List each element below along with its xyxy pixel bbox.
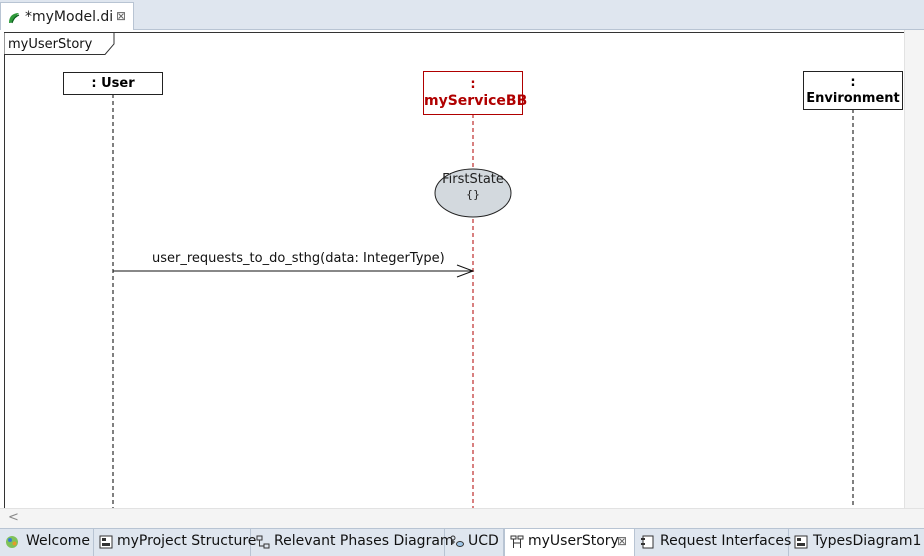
sequence-diagram-icon <box>510 535 524 548</box>
tab-myuserstory-label: myUserStory <box>528 533 619 549</box>
state-invariant[interactable]: FirstState {} <box>435 172 511 201</box>
tab-ucd-label: UCD <box>468 533 499 549</box>
papyrus-logo-icon <box>9 13 20 24</box>
message-label[interactable]: user_requests_to_do_sthg(data: IntegerTy… <box>152 251 445 266</box>
lifeline-service[interactable]: : myServiceBB <box>423 71 528 115</box>
editor-tab-title: *myModel.di <box>25 9 114 25</box>
tab-welcome[interactable]: Welcome <box>0 529 94 556</box>
tab-request-interfaces[interactable]: Request Interfaces <box>635 529 792 556</box>
tab-typesdiagram1[interactable]: TypesDiagram1 <box>789 529 924 556</box>
lifeline-user-name: : User <box>91 76 135 91</box>
tab-request-interfaces-label: Request Interfaces <box>660 533 792 549</box>
lifeline-user[interactable]: : User <box>63 72 163 95</box>
welcome-icon <box>6 536 18 548</box>
close-icon[interactable]: ⊠ <box>617 534 627 548</box>
lifeline-service-name: myServiceBB <box>424 93 528 109</box>
use-case-diagram-icon <box>450 535 464 547</box>
component-diagram-icon <box>641 535 654 549</box>
activity-diagram-icon <box>256 535 270 549</box>
tab-myproject-structure-label: myProject Structure <box>117 533 257 549</box>
editor-tab-mymodel[interactable]: *myModel.di ⊠ <box>0 2 134 30</box>
lifeline-environment[interactable]: : Environment <box>803 71 903 110</box>
state-constraint: {} <box>466 188 480 201</box>
diagram-tab-bar: Welcome myProject Structure Relevant Pha… <box>0 528 924 556</box>
tab-relevant-phases-diagram[interactable]: Relevant Phases Diagram <box>251 529 454 556</box>
tab-myuserstory[interactable]: myUserStory ⊠ <box>504 529 635 556</box>
vertical-scrollbar[interactable] <box>904 30 924 508</box>
tab-relevant-phases-label: Relevant Phases Diagram <box>274 533 454 549</box>
lifeline-environment-colon: : <box>850 75 856 90</box>
editor-tab-bar: *myModel.di ⊠ <box>0 0 924 30</box>
horizontal-scrollbar[interactable]: < <box>0 508 924 528</box>
diagram-canvas[interactable]: myUserStory : User : myServiceBB : Envir… <box>0 30 924 508</box>
class-diagram-icon <box>794 535 808 549</box>
tab-myproject-structure[interactable]: myProject Structure <box>94 529 256 556</box>
scroll-left-arrow-icon[interactable]: < <box>8 510 19 525</box>
lifeline-service-colon: : <box>470 77 476 92</box>
class-diagram-icon <box>99 535 113 549</box>
tab-typesdiagram1-label: TypesDiagram1 <box>813 533 922 549</box>
tab-ucd[interactable]: UCD <box>445 529 504 556</box>
close-icon[interactable]: ⊠ <box>116 9 126 23</box>
lifeline-environment-name: Environment <box>806 91 900 106</box>
state-name: FirstState <box>442 172 504 187</box>
tab-welcome-label: Welcome <box>26 533 91 549</box>
